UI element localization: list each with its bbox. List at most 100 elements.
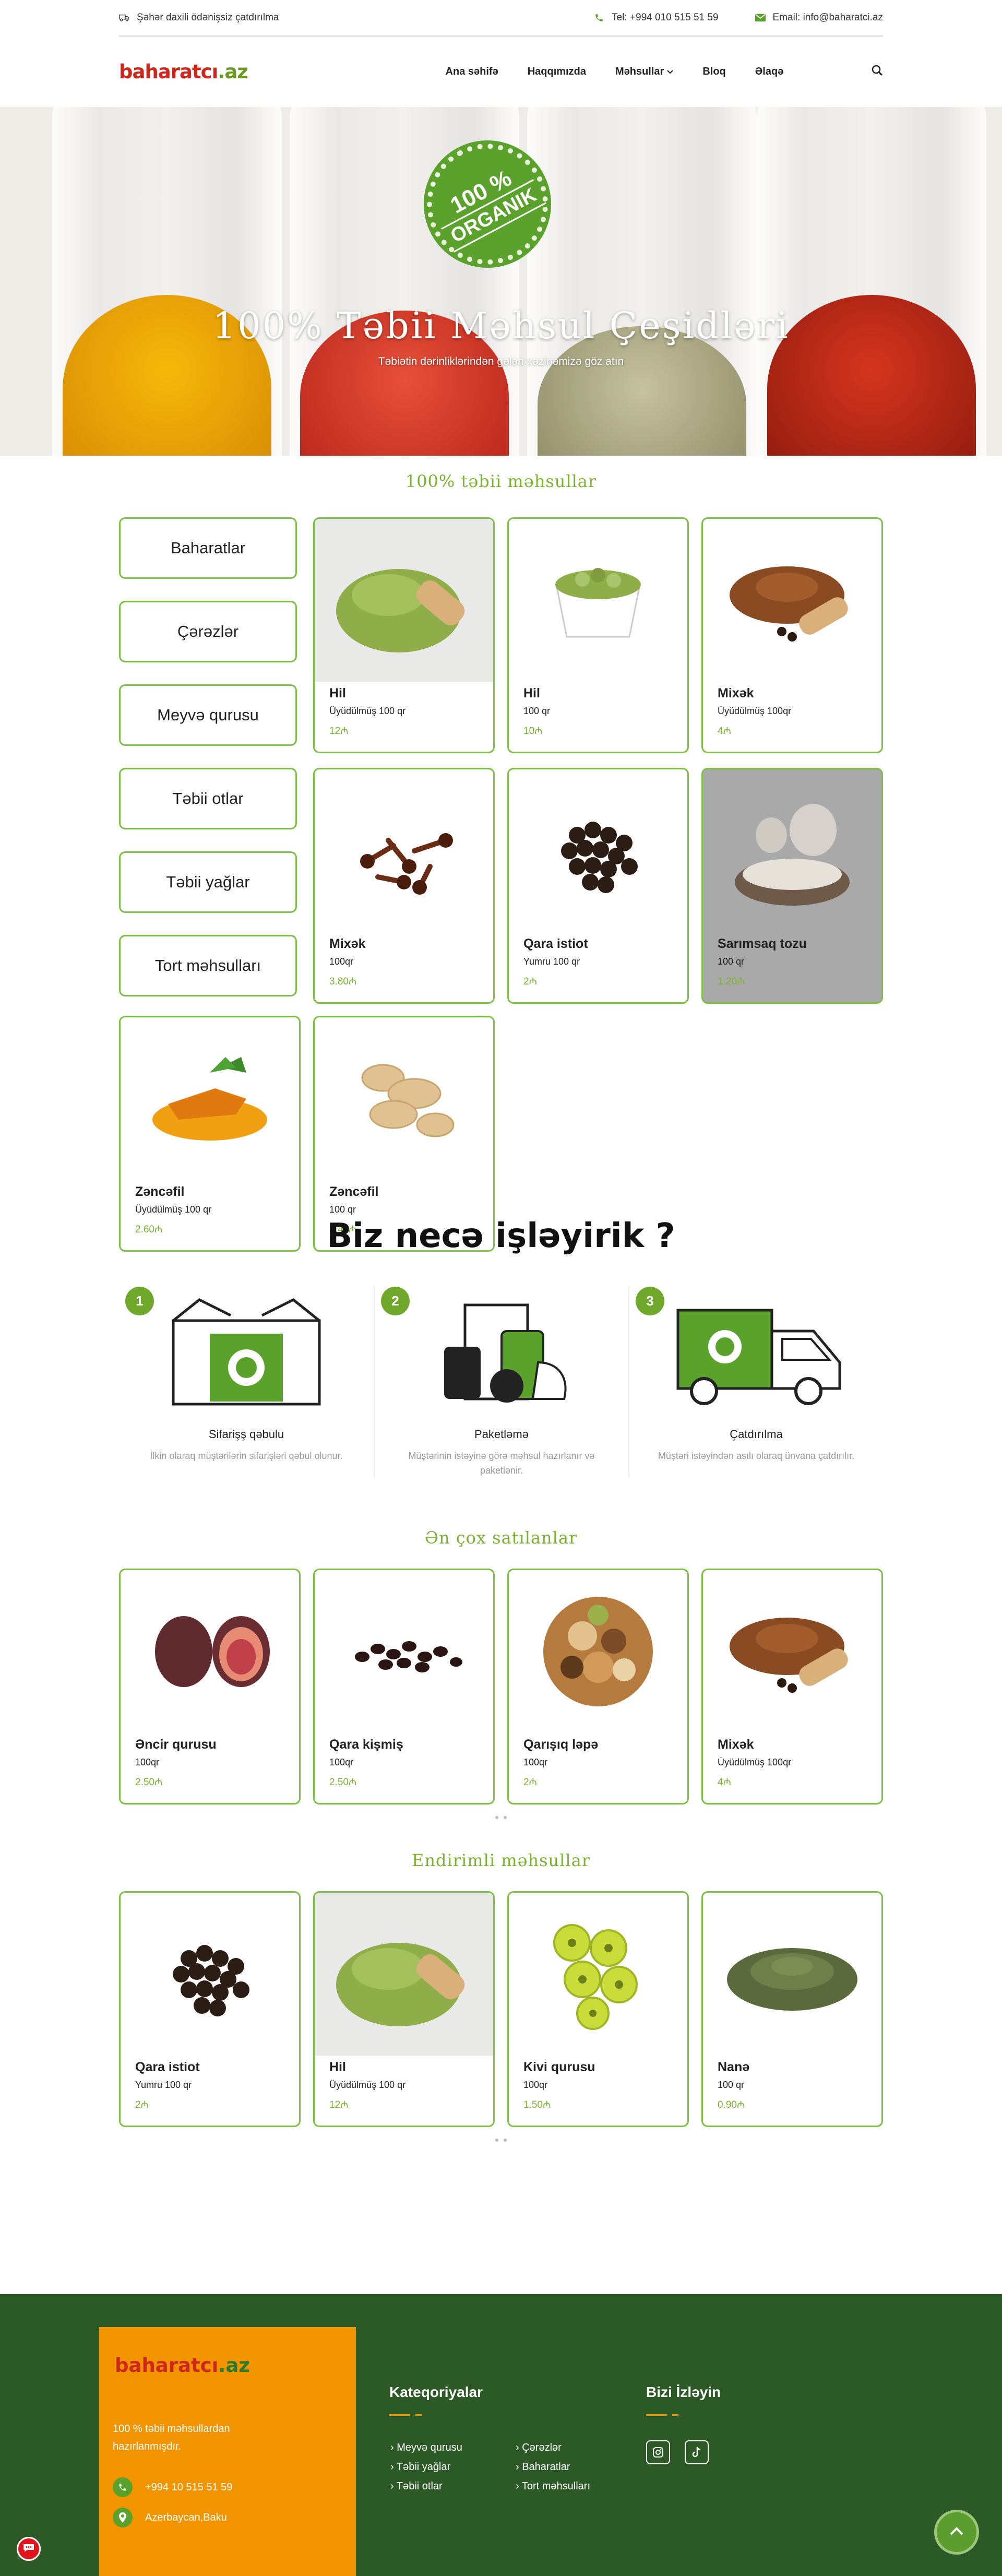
site-logo[interactable]: baharatcı.az bbox=[119, 61, 248, 83]
product-card[interactable]: Mixək Üyüdülmüş 100qr 4₼ bbox=[701, 1569, 883, 1805]
chat-button[interactable] bbox=[17, 2537, 41, 2561]
step-title: Çatdırılma bbox=[730, 1428, 783, 1441]
product-name: Əncir qurusu bbox=[135, 1737, 217, 1752]
product-name: Mixək bbox=[718, 1737, 754, 1752]
product-card[interactable]: Mixək Üyüdülmüş 100qr 4₼ bbox=[701, 517, 883, 753]
step-title: Sifarişş qəbulu bbox=[208, 1428, 284, 1441]
product-desc: 100 qr bbox=[718, 2080, 745, 2090]
topbar: Şəhər daxili ödənişsiz çatdırılma Tel: +… bbox=[119, 0, 883, 37]
product-image-black-pepper bbox=[121, 1893, 299, 2056]
footer-link[interactable]: › Baharatlar bbox=[516, 2461, 570, 2473]
nav-home[interactable]: Ana səhifə bbox=[446, 66, 498, 78]
carousel-dots[interactable] bbox=[119, 2139, 883, 2142]
chevron-down-icon bbox=[667, 69, 674, 74]
product-name: Sarımsaq tozu bbox=[718, 936, 807, 951]
bestsellers-section: Ən çox satılanlar Əncir qurusu 100qr 2.5… bbox=[119, 1528, 883, 1819]
product-card[interactable]: Hil 100 qr 10₼ bbox=[507, 517, 689, 753]
product-image-ground-cloves bbox=[703, 1570, 881, 1733]
footer-link[interactable]: › Təbii otlar bbox=[390, 2480, 443, 2492]
product-image-dried-mint bbox=[703, 1893, 881, 2056]
contact-info: Tel: +994 010 515 51 59 Email: info@baha… bbox=[594, 12, 883, 23]
chevron-up-icon bbox=[949, 2526, 964, 2538]
carousel-dot[interactable] bbox=[495, 1816, 498, 1819]
product-desc: Yumru 100 qr bbox=[523, 956, 580, 967]
instagram-icon[interactable] bbox=[646, 2440, 670, 2464]
product-image-dried-kiwi bbox=[509, 1893, 687, 2056]
product-price: 4₼ bbox=[718, 726, 731, 737]
product-desc: Üyüdülmüş 100 qr bbox=[329, 706, 406, 716]
step-packaging: 2 Paketləmə Müştərinin istəyinə görə məh… bbox=[374, 1287, 628, 1478]
product-card[interactable]: Mixək 100qr 3.80₼ bbox=[313, 768, 495, 1004]
topbar-email-text: Email: info@baharatci.az bbox=[772, 12, 884, 23]
steps-row: 1 Sifarişş qəbulu İlkin olaraq müştərilə… bbox=[119, 1287, 883, 1478]
footer-phone[interactable]: +994 10 515 51 59 bbox=[113, 2477, 232, 2497]
nav-blog[interactable]: Bloq bbox=[702, 66, 725, 78]
category-button-spices[interactable]: Baharatlar bbox=[119, 517, 297, 579]
product-image-ground-cardamom bbox=[315, 1893, 493, 2056]
product-card[interactable]: Qara istiot Yumru 100 qr 2₼ bbox=[119, 1891, 301, 2127]
footer-logo[interactable]: baharatcı.az bbox=[115, 2354, 250, 2377]
carousel-dot[interactable] bbox=[504, 1816, 507, 1819]
product-desc: 100qr bbox=[523, 2080, 548, 2090]
nav-contact[interactable]: Əlaqə bbox=[755, 66, 784, 78]
product-name: Hil bbox=[329, 2060, 346, 2074]
product-card[interactable]: Qara kişmiş 100qr 2.50₼ bbox=[313, 1569, 495, 1805]
product-name: Hil bbox=[329, 686, 346, 701]
nav-about[interactable]: Haqqımızda bbox=[528, 66, 586, 78]
nav-products[interactable]: Məhsullar bbox=[615, 66, 674, 78]
product-name: Mixək bbox=[718, 686, 754, 701]
product-card[interactable]: Qara istiot Yumru 100 qr 2₼ bbox=[507, 768, 689, 1004]
product-price: 1.20₼ bbox=[718, 976, 745, 987]
scroll-to-top-button[interactable] bbox=[934, 2510, 979, 2555]
jar-image-herbs bbox=[527, 107, 757, 456]
tiktok-icon[interactable] bbox=[685, 2440, 709, 2464]
product-image-black-pepper bbox=[509, 769, 687, 932]
footer-brand-card: baharatcı.az 100 % təbii məhsullardan ha… bbox=[99, 2327, 356, 2576]
step-number: 3 bbox=[636, 1287, 664, 1315]
footer-about: 100 % təbii məhsullardan hazırlanmışdır. bbox=[113, 2423, 230, 2452]
footer-address-text: Azerbaycan,Baku bbox=[145, 2511, 227, 2523]
logo-main: baharatcı bbox=[119, 61, 218, 83]
footer-link[interactable]: › Meyvə qurusu bbox=[390, 2442, 462, 2454]
chat-bubble-icon bbox=[22, 2543, 35, 2556]
product-name: Qara kişmiş bbox=[329, 1737, 403, 1752]
step-desc: Müştəri istəyindən asılı olaraq ünvana ç… bbox=[658, 1451, 855, 1461]
search-icon[interactable] bbox=[872, 65, 883, 79]
product-image-ground-cardamom bbox=[315, 519, 493, 682]
product-card[interactable]: Qarışıq ləpə 100qr 2₼ bbox=[507, 1569, 689, 1805]
product-card[interactable]: Sarımsaq tozu 100 qr 1.20₼ bbox=[701, 768, 883, 1004]
logo-suffix: .az bbox=[218, 61, 248, 83]
category-button-cake[interactable]: Tort məhsulları bbox=[119, 935, 297, 996]
location-pin-icon bbox=[113, 2508, 133, 2527]
product-image-ground-cloves bbox=[703, 519, 881, 682]
category-button-oils[interactable]: Təbii yağlar bbox=[119, 851, 297, 913]
product-card[interactable]: Kivi qurusu 100qr 1.50₼ bbox=[507, 1891, 689, 2127]
product-card[interactable]: Hil Üyüdülmüş 100 qr 12₼ bbox=[313, 1891, 495, 2127]
carousel-dot[interactable] bbox=[495, 2139, 498, 2142]
footer-link-label: Meyvə qurusu bbox=[397, 2442, 462, 2453]
category-button-nuts[interactable]: Çərəzlər bbox=[119, 601, 297, 662]
product-image-mixed-nuts bbox=[509, 1570, 687, 1733]
product-card[interactable]: Nanə 100 qr 0.90₼ bbox=[701, 1891, 883, 2127]
product-price: 4₼ bbox=[718, 1777, 731, 1788]
topbar-phone[interactable]: Tel: +994 010 515 51 59 bbox=[594, 12, 719, 23]
category-button-herbs[interactable]: Təbii otlar bbox=[119, 768, 297, 829]
carousel-dots[interactable] bbox=[119, 1816, 883, 1819]
product-card[interactable]: Hil Üyüdülmüş 100 qr 12₼ bbox=[313, 517, 495, 753]
footer-link[interactable]: › Çərəzlər bbox=[516, 2442, 562, 2454]
carousel-dot[interactable] bbox=[504, 2139, 507, 2142]
footer-link[interactable]: › Tort məhsulları bbox=[516, 2480, 590, 2492]
step-desc: İlkin olaraq müştərilərin sifarişləri qə… bbox=[150, 1451, 343, 1461]
footer-divider bbox=[415, 2414, 422, 2416]
jar-image-turmeric bbox=[52, 107, 282, 456]
category-button-dried-fruit[interactable]: Meyvə qurusu bbox=[119, 684, 297, 746]
topbar-email[interactable]: Email: info@baharatci.az bbox=[755, 12, 884, 23]
product-desc: Üyüdülmüş 100 qr bbox=[329, 2080, 406, 2090]
products-section: 100% təbii məhsullar Baharatlar Çərəzlər… bbox=[119, 471, 883, 1252]
hero-title: 100% Təbii Məhsul Çeşidləri bbox=[212, 304, 790, 347]
product-desc: 100qr bbox=[329, 956, 354, 967]
product-desc: 100 qr bbox=[523, 706, 551, 716]
footer-link[interactable]: › Təbii yağlar bbox=[390, 2461, 450, 2473]
product-card[interactable]: Əncir qurusu 100qr 2.50₼ bbox=[119, 1569, 301, 1805]
product-desc: Üyüdülmüş 100qr bbox=[718, 706, 792, 716]
